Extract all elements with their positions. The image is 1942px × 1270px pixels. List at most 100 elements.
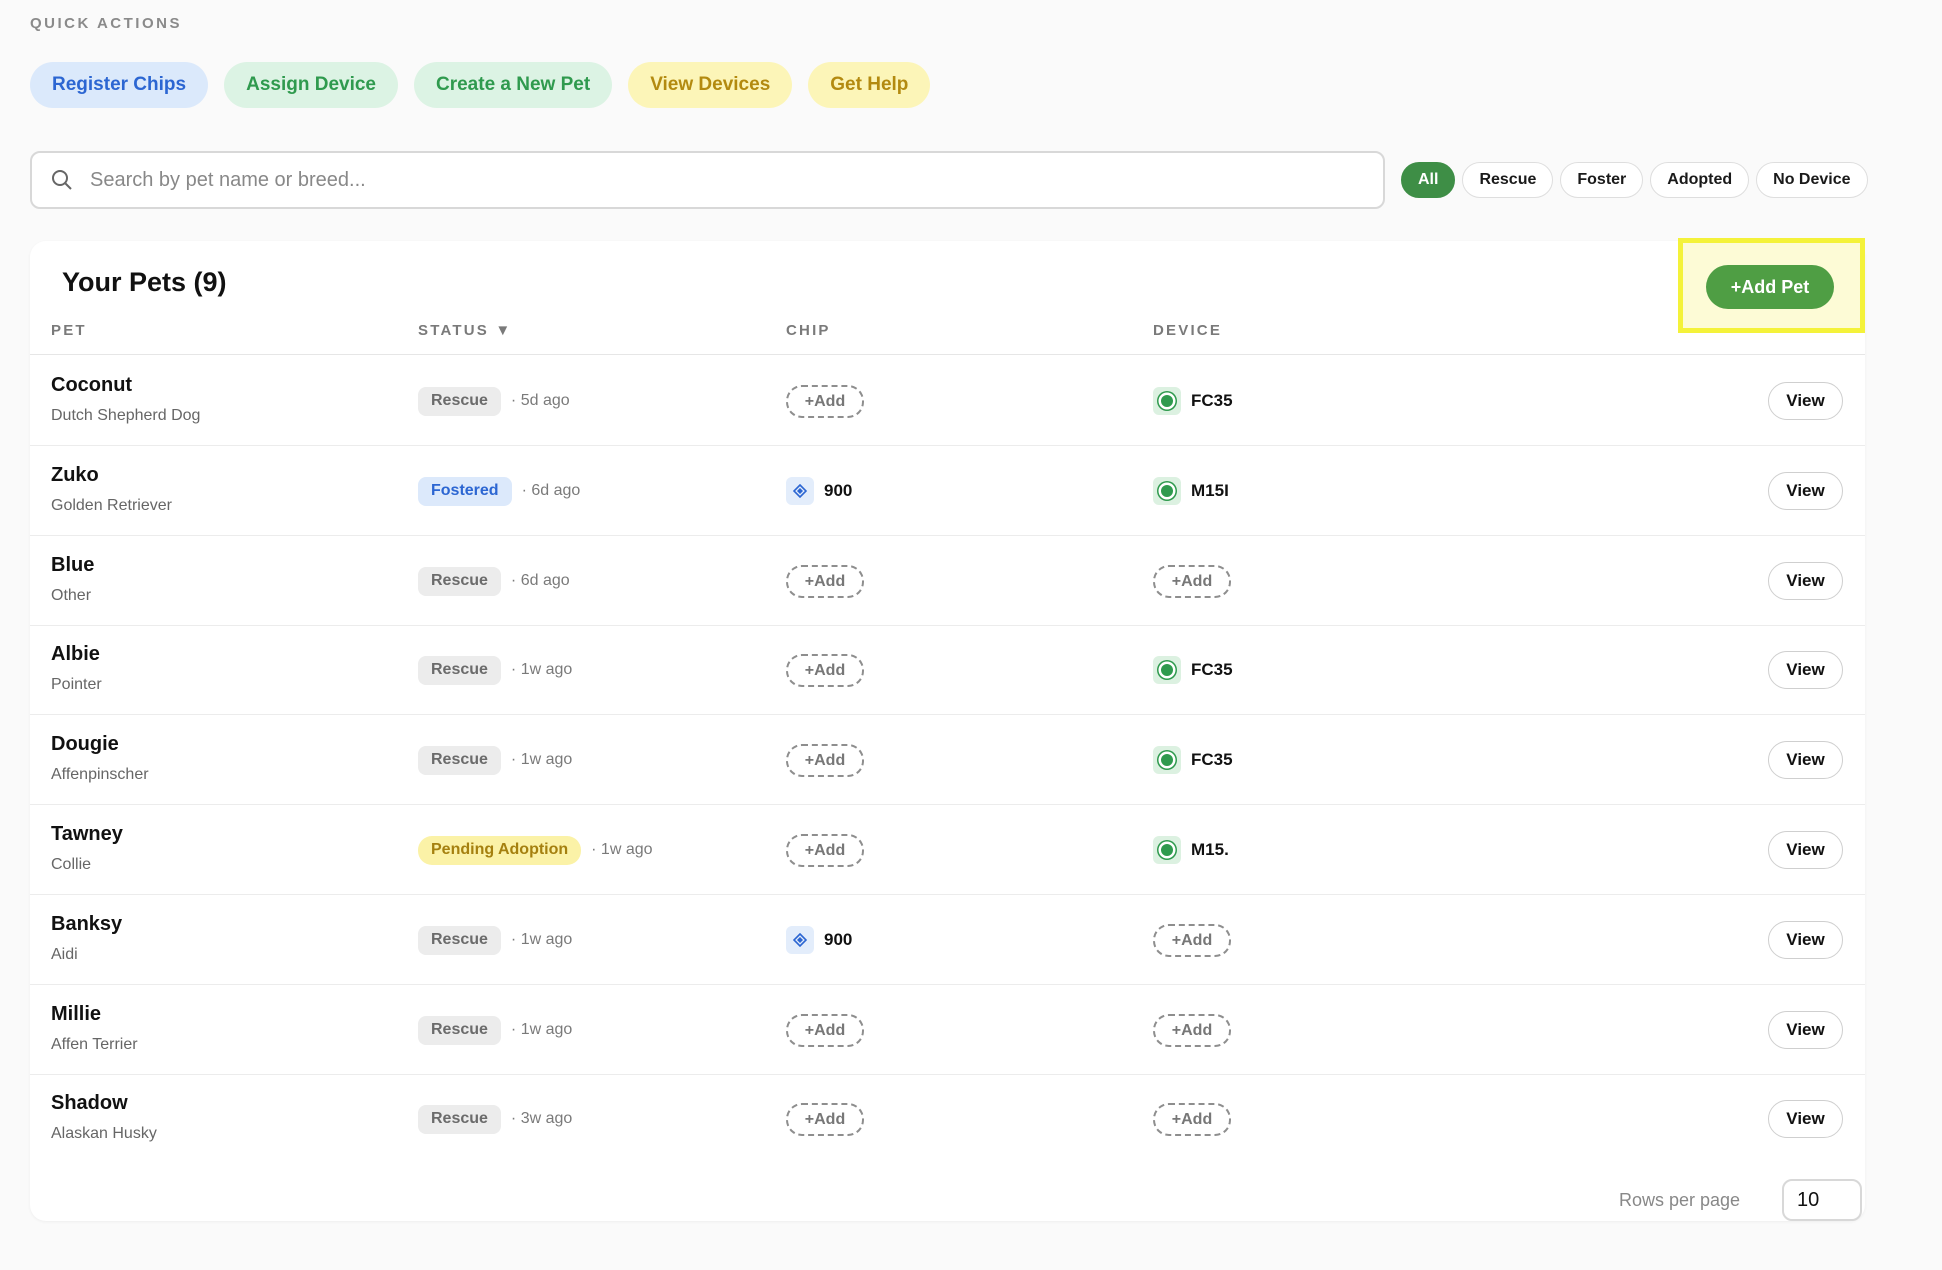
pet-name: Shadow <box>51 1092 128 1114</box>
table-row[interactable]: Zuko Golden Retriever Fostered · 6d ago … <box>30 446 1865 536</box>
device-status-icon <box>1153 746 1181 774</box>
pet-name: Zuko <box>51 464 99 486</box>
table-row[interactable]: Shadow Alaskan Husky Rescue · 3w ago +Ad… <box>30 1074 1865 1164</box>
status-time: · 3w ago <box>510 1110 573 1127</box>
view-button[interactable]: View <box>1768 562 1843 600</box>
device-status-icon <box>1153 656 1181 684</box>
pet-name: Blue <box>51 554 95 576</box>
add-chip-button[interactable]: +Add <box>786 654 864 687</box>
pet-breed: Collie <box>51 856 92 873</box>
status-time: · 6d ago <box>510 572 570 589</box>
chip-value: 900 <box>786 477 852 505</box>
add-device-button[interactable]: +Add <box>1153 1103 1231 1136</box>
device-value: FC35 <box>1153 387 1233 415</box>
filter-adopted-chip[interactable]: Adopted <box>1650 162 1750 198</box>
add-device-button[interactable]: +Add <box>1153 565 1231 598</box>
chip-number: 900 <box>824 930 853 949</box>
view-button[interactable]: View <box>1768 651 1843 689</box>
table-row[interactable]: Millie Affen Terrier Rescue · 1w ago +Ad… <box>30 985 1865 1075</box>
pet-name: Albie <box>51 643 100 665</box>
status-cell: Rescue · 5d ago <box>418 356 570 446</box>
assign-device-button[interactable]: Assign Device <box>224 62 398 108</box>
pet-name: Coconut <box>51 374 133 396</box>
column-header-device: DEVICE <box>1153 322 1223 339</box>
table-row[interactable]: Blue Other Rescue · 6d ago +Add +Add Vie… <box>30 536 1865 626</box>
view-devices-button[interactable]: View Devices <box>628 62 793 108</box>
status-badge: Rescue <box>418 1015 501 1045</box>
pets-card: Your Pets (9) +Add Pet PET STATUS ▼ CHIP… <box>30 238 1865 1221</box>
chip-value: 900 <box>786 926 852 954</box>
pet-breed: Affen Terrier <box>51 1036 138 1053</box>
view-button[interactable]: View <box>1768 1011 1843 1049</box>
status-time: · 1w ago <box>510 931 573 948</box>
add-device-button[interactable]: +Add <box>1153 1014 1231 1047</box>
status-time: · 1w ago <box>510 1021 573 1038</box>
add-chip-button[interactable]: +Add <box>786 834 864 867</box>
pet-name: Banksy <box>51 913 123 935</box>
table-row[interactable]: Coconut Dutch Shepherd Dog Rescue · 5d a… <box>30 356 1865 446</box>
device-id: M15I <box>1191 481 1229 500</box>
pet-breed: Dutch Shepherd Dog <box>51 407 201 424</box>
add-chip-button[interactable]: +Add <box>786 1103 864 1136</box>
filter-rescue-chip[interactable]: Rescue <box>1462 162 1554 198</box>
add-chip-button[interactable]: +Add <box>786 744 864 777</box>
add-pet-button[interactable]: +Add Pet <box>1706 265 1834 309</box>
pet-breed: Alaskan Husky <box>51 1125 157 1142</box>
pets-card-title: Your Pets (9) <box>62 267 227 297</box>
status-time: · 1w ago <box>510 661 573 678</box>
pet-breed: Affenpinscher <box>51 766 149 783</box>
status-time: · 1w ago <box>591 841 653 858</box>
filter-no-device-chip[interactable]: No Device <box>1756 162 1868 198</box>
pet-name: Millie <box>51 1003 102 1025</box>
get-help-button[interactable]: Get Help <box>808 62 931 108</box>
search-box[interactable] <box>30 151 1385 209</box>
device-status-icon <box>1153 387 1181 415</box>
device-id: FC35 <box>1191 391 1233 410</box>
device-id: FC35 <box>1191 660 1233 679</box>
table-row[interactable]: Banksy Aidi Rescue · 1w ago 900 +Add Vie… <box>30 895 1865 985</box>
rows-per-page-select[interactable]: 10 <box>1782 1179 1862 1221</box>
pet-breed: Golden Retriever <box>51 497 172 514</box>
filter-foster-chip[interactable]: Foster <box>1560 162 1644 198</box>
device-value: FC35 <box>1153 656 1233 684</box>
status-cell: Pending Adoption · 1w ago <box>418 805 653 895</box>
status-cell: Rescue · 1w ago <box>418 625 572 715</box>
view-button[interactable]: View <box>1768 831 1843 869</box>
search-input[interactable] <box>90 168 1383 192</box>
add-chip-button[interactable]: +Add <box>786 565 864 598</box>
rows-per-page-label: Rows per page <box>1619 1190 1741 1210</box>
view-button[interactable]: View <box>1768 921 1843 959</box>
status-badge: Rescue <box>418 745 501 775</box>
filter-all-chip[interactable]: All <box>1401 162 1456 198</box>
register-chips-button[interactable]: Register Chips <box>30 62 209 108</box>
search-icon <box>52 170 72 190</box>
add-device-button[interactable]: +Add <box>1153 924 1231 957</box>
view-button[interactable]: View <box>1768 472 1843 510</box>
column-header-status[interactable]: STATUS ▼ <box>418 322 512 339</box>
device-value: M15. <box>1153 836 1229 864</box>
view-button[interactable]: View <box>1768 382 1843 420</box>
status-cell: Rescue · 1w ago <box>418 715 572 805</box>
pet-name: Tawney <box>51 823 123 845</box>
column-header-pet: PET <box>51 322 87 339</box>
status-cell: Rescue · 1w ago <box>418 985 572 1075</box>
quick-actions-title: QUICK ACTIONS <box>30 15 182 32</box>
quick-actions-bar: Register Chips Assign Device Create a Ne… <box>30 62 931 108</box>
create-new-pet-button[interactable]: Create a New Pet <box>414 62 613 108</box>
add-chip-button[interactable]: +Add <box>786 385 864 418</box>
table-row[interactable]: Dougie Affenpinscher Rescue · 1w ago +Ad… <box>30 715 1865 805</box>
status-cell: Rescue · 3w ago <box>418 1074 572 1164</box>
table-row[interactable]: Tawney Collie Pending Adoption · 1w ago … <box>30 805 1865 895</box>
status-badge: Rescue <box>418 925 501 955</box>
status-time: · 6d ago <box>521 482 581 499</box>
add-chip-button[interactable]: +Add <box>786 1014 864 1047</box>
device-id: FC35 <box>1191 750 1233 769</box>
header-divider <box>30 354 1865 355</box>
device-value: M15I <box>1153 477 1229 505</box>
status-badge: Rescue <box>418 566 501 596</box>
view-button[interactable]: View <box>1768 1100 1843 1138</box>
status-cell: Fostered · 6d ago <box>418 446 580 536</box>
chip-icon <box>786 926 814 954</box>
table-row[interactable]: Albie Pointer Rescue · 1w ago +Add FC35 … <box>30 625 1865 715</box>
view-button[interactable]: View <box>1768 741 1843 779</box>
